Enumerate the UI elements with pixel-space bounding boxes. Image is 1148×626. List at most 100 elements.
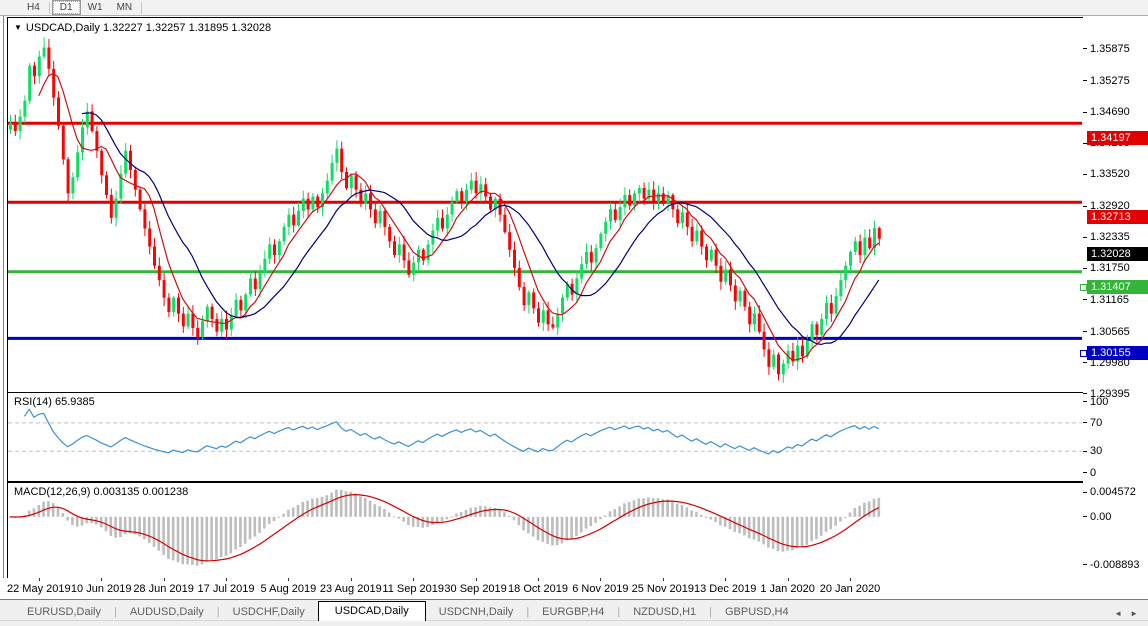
date-tick-mark [725,578,726,581]
tab-eurusd[interactable]: EURUSD,Daily [14,603,114,621]
rsi-tick-label: 100 [1090,396,1108,408]
macd-tick-mark [1083,564,1087,565]
date-axis-label: 23 Aug 2019 [320,583,382,595]
date-tick-mark [788,578,789,581]
toolbar-separator [141,2,142,14]
date-axis-label: 10 Jun 2019 [71,583,132,595]
date-axis-label: 1 Jan 2020 [760,583,814,595]
price-tick-mark [1083,48,1087,49]
date-tick-mark [226,578,227,581]
rsi-canvas[interactable] [8,393,1082,479]
date-tick-mark [351,578,352,581]
tab-usdchf[interactable]: USDCHF,Daily [220,603,318,621]
tab-nzdusd[interactable]: NZDUSD,H1 [620,603,709,621]
date-axis-label: 25 Nov 2019 [632,583,694,595]
price-tick-label: 1.31165 [1090,294,1129,306]
symbol-dropdown-icon[interactable]: ▼ [14,23,22,32]
date-tick-mark [850,578,851,581]
date-axis-label: 28 Jun 2019 [133,583,194,595]
date-axis-label: 11 Sep 2019 [382,583,444,595]
macd-label: MACD(12,26,9) 0.003135 0.001238 [14,486,188,498]
tab-audusd[interactable]: AUDUSD,Daily [117,603,217,621]
line-handle[interactable] [1080,284,1087,291]
rsi-tick-mark [1083,422,1087,423]
rsi-label: RSI(14) 65.9385 [14,396,95,408]
price-tick-mark [1083,206,1087,207]
date-tick-mark [663,578,664,581]
date-axis-label: 18 Oct 2019 [508,583,568,595]
status-bar [0,620,1148,626]
tab-usdcad[interactable]: USDCAD,Daily [318,601,426,621]
tab-eurgbp[interactable]: EURGBP,H4 [529,603,617,621]
macd-tick-mark [1083,516,1087,517]
date-tick-mark [164,578,165,581]
price-chart-canvas[interactable] [8,18,1082,390]
date-axis-label: 6 Nov 2019 [572,583,628,595]
symbol-period-label: USDCAD,Daily [26,22,100,34]
rsi-tick-mark [1083,451,1087,452]
tab-scroll-left-icon[interactable]: ◄ [1114,609,1122,618]
ohlc-readout: 1.32227 1.32257 1.31895 1.32028 [103,22,271,34]
date-tick-mark [39,578,40,581]
date-axis-label: 20 Jan 2020 [820,583,881,595]
date-axis-label: 22 May 2019 [7,583,71,595]
line-handle[interactable] [1080,350,1087,357]
price-tick-label: 1.32335 [1090,231,1130,243]
date-axis-label: 13 Dec 2019 [694,583,756,595]
macd-tick-label: 0.004572 [1090,486,1136,498]
rsi-tick-label: 70 [1090,417,1102,429]
date-axis-label: 17 Jul 2019 [198,583,255,595]
timeframe-button-w1[interactable]: W1 [81,1,110,14]
toolbar-separator [49,2,50,14]
date-tick-mark [476,578,477,581]
hline-price-chip: 1.30155 [1087,346,1148,360]
price-tick-mark [1083,80,1087,81]
price-tick-mark [1083,268,1087,269]
price-tick-label: 1.31750 [1090,262,1130,274]
rsi-pane[interactable]: RSI(14) 65.9385 [7,392,1085,482]
hline-price-chip: 1.31407 [1087,280,1148,294]
price-tick-mark [1083,331,1087,332]
chart-tabbar: EURUSD,Daily|AUDUSD,Daily|USDCHF,DailyUS… [0,599,1148,621]
current-price-chip: 1.32028 [1087,247,1148,261]
macd-tick-label: 0.00 [1090,511,1111,523]
tab-usdcnh[interactable]: USDCNH,Daily [426,603,527,621]
price-tick-mark [1083,174,1087,175]
price-tick-mark [1083,237,1087,238]
date-tick-mark [413,578,414,581]
date-tick-mark [600,578,601,581]
date-tick-mark [101,578,102,581]
price-axis: 1.358751.352751.346901.341051.335201.329… [1083,16,1148,599]
price-tick-mark [1083,299,1087,300]
timeframe-button-d1[interactable]: D1 [52,0,81,15]
mt4-terminal-window: H4 D1W1MN ▼ USDCAD,Daily 1.32227 1.32257 1… [0,0,1148,626]
date-axis-label: 30 Sep 2019 [444,583,506,595]
tab-gbpusd[interactable]: GBPUSD,H4 [712,603,802,621]
price-tick-label: 1.33520 [1090,168,1130,180]
date-tick-mark [288,578,289,581]
macd-tick-mark [1083,492,1087,493]
rsi-tick-mark [1083,401,1087,402]
price-tick-label: 1.35875 [1090,43,1130,55]
timeframe-button-mn[interactable]: MN [110,1,140,14]
price-pane[interactable]: ▼ USDCAD,Daily 1.32227 1.32257 1.31895 1.… [7,17,1085,393]
price-tick-mark [1083,362,1087,363]
price-tick-mark [1083,112,1087,113]
price-tick-label: 1.34690 [1090,106,1130,118]
tab-scroll-right-icon[interactable]: ► [1130,609,1138,618]
chart-title: ▼ USDCAD,Daily 1.32227 1.32257 1.31895 1.… [14,22,271,34]
rsi-tick-mark [1083,472,1087,473]
date-axis-label: 5 Aug 2019 [261,583,317,595]
rsi-tick-label: 30 [1090,445,1102,457]
price-tick-label: 1.30565 [1090,326,1130,338]
date-tick-mark [538,578,539,581]
timeframe-toolbar: H4 D1W1MN [0,0,1148,16]
timeframe-button-h4[interactable]: H4 [20,1,47,14]
date-axis: 22 May 201910 Jun 201928 Jun 2019 17 Jul … [0,578,1083,599]
price-tick-label: 1.35275 [1090,75,1130,87]
hline-price-chip: 1.32713 [1087,210,1148,224]
rsi-tick-label: 0 [1090,467,1096,479]
macd-pane[interactable]: MACD(12,26,9) 0.003135 0.001238 [7,482,1085,580]
price-tick-mark [1083,393,1087,394]
window-left-border [3,16,4,599]
